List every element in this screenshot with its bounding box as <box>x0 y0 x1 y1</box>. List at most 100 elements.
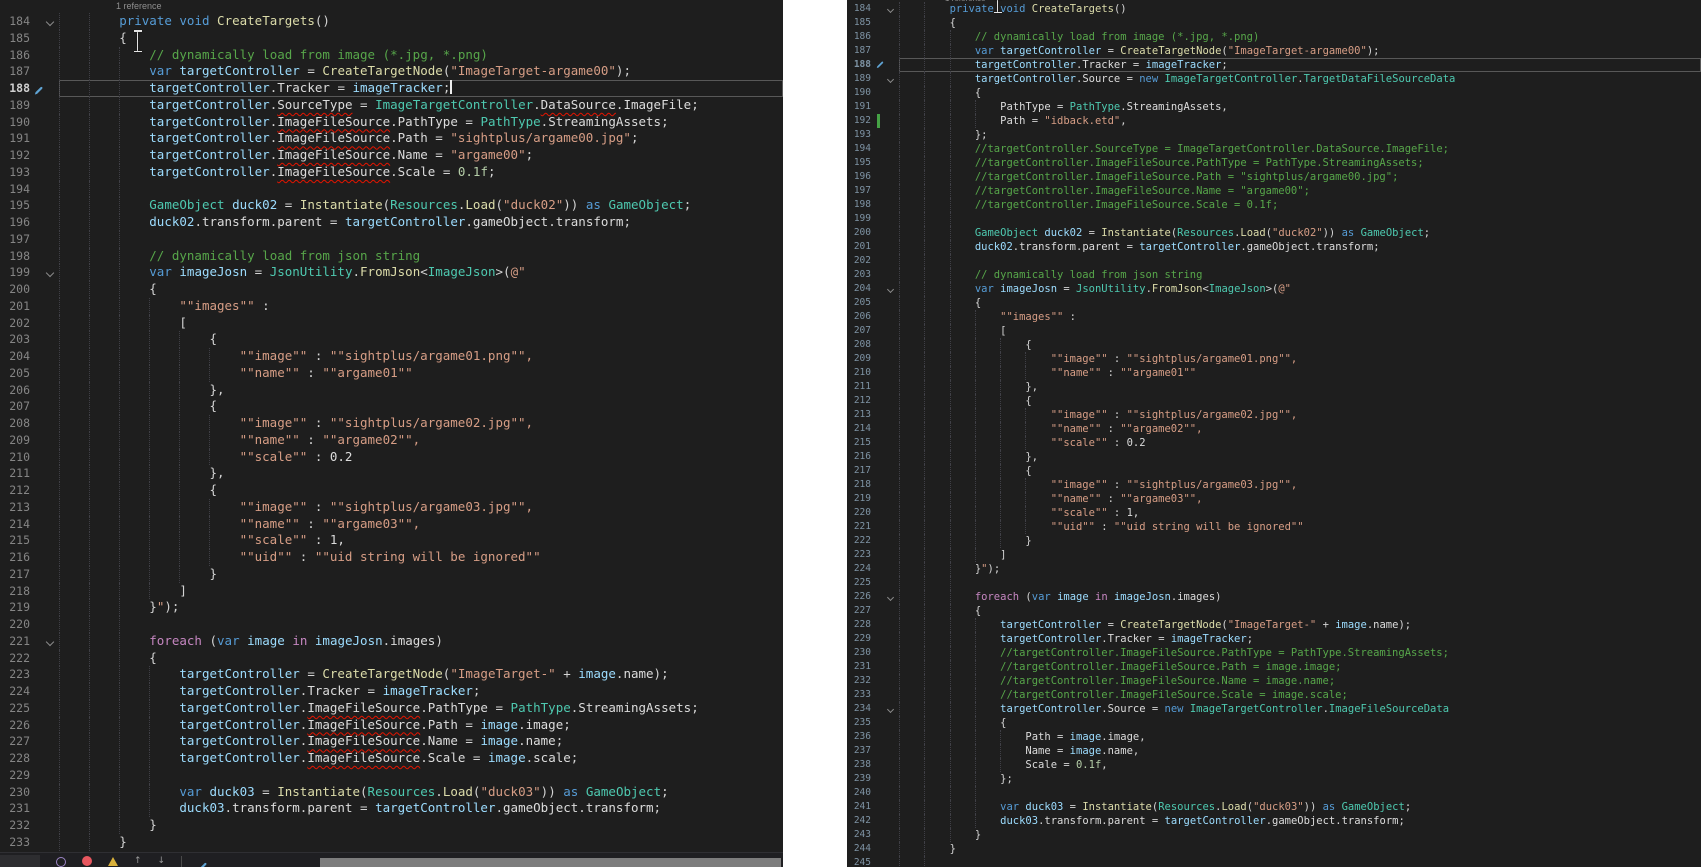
fold-margin[interactable] <box>885 198 899 212</box>
line-number[interactable]: 227 <box>0 733 34 750</box>
gutter-margin[interactable] <box>34 717 44 734</box>
gutter-margin[interactable] <box>876 758 885 772</box>
code-text[interactable]: // dynamically load from json string <box>59 248 783 265</box>
fold-margin[interactable] <box>885 30 899 44</box>
fold-margin[interactable] <box>44 415 59 432</box>
gutter-margin[interactable] <box>876 660 885 674</box>
gutter-margin[interactable] <box>34 465 44 482</box>
gutter-margin[interactable] <box>34 817 44 834</box>
line-number[interactable]: 199 <box>0 264 34 281</box>
code-text[interactable]: { <box>899 338 1701 352</box>
gutter-margin[interactable] <box>34 516 44 533</box>
line-number[interactable]: 185 <box>847 16 876 30</box>
line-number[interactable]: 227 <box>847 604 876 618</box>
line-number[interactable]: 218 <box>847 478 876 492</box>
gutter-margin[interactable] <box>876 170 885 184</box>
code-text[interactable]: ""image"" : ""sightplus/argame02.jpg"", <box>59 415 783 432</box>
code-text[interactable]: targetController.ImageFileSource.Scale =… <box>59 164 783 181</box>
line-number[interactable]: 235 <box>847 716 876 730</box>
fold-margin[interactable] <box>44 281 59 298</box>
code-text[interactable]: targetController.ImageFileSource.Name = … <box>59 147 783 164</box>
gutter-margin[interactable] <box>34 733 44 750</box>
fold-margin[interactable] <box>885 422 899 436</box>
line-number[interactable]: 205 <box>847 296 876 310</box>
code-text[interactable]: { <box>59 281 783 298</box>
fold-margin[interactable] <box>44 499 59 516</box>
line-number[interactable]: 223 <box>847 548 876 562</box>
line-number[interactable]: 211 <box>847 380 876 394</box>
gutter-margin[interactable] <box>876 142 885 156</box>
codelens-references[interactable]: 1 reference <box>0 0 783 13</box>
gutter-margin[interactable] <box>876 296 885 310</box>
gutter-margin[interactable] <box>34 80 44 97</box>
gutter-margin[interactable] <box>34 97 44 114</box>
fold-margin[interactable] <box>44 147 59 164</box>
gutter-margin[interactable] <box>876 534 885 548</box>
code-text[interactable] <box>59 767 783 784</box>
fold-margin[interactable] <box>885 814 899 828</box>
gutter-margin[interactable] <box>34 767 44 784</box>
code-text[interactable]: targetController.ImageFileSource.PathTyp… <box>59 114 783 131</box>
line-number[interactable]: 213 <box>847 408 876 422</box>
gutter-margin[interactable] <box>876 646 885 660</box>
line-number[interactable]: 217 <box>847 464 876 478</box>
gutter-margin[interactable] <box>876 198 885 212</box>
line-number[interactable]: 219 <box>847 492 876 506</box>
line-number[interactable]: 231 <box>0 800 34 817</box>
fold-margin[interactable] <box>44 616 59 633</box>
code-text[interactable]: var duck03 = Instantiate(Resources.Load(… <box>899 800 1701 814</box>
fold-margin[interactable] <box>885 408 899 422</box>
line-number[interactable]: 210 <box>847 366 876 380</box>
line-number[interactable]: 191 <box>0 130 34 147</box>
gutter-margin[interactable] <box>34 114 44 131</box>
code-text[interactable]: ""images"" : <box>59 298 783 315</box>
code-text[interactable]: ""image"" : ""sightplus/argame02.jpg"", <box>899 408 1701 422</box>
gutter-margin[interactable] <box>876 212 885 226</box>
gutter-margin[interactable] <box>34 331 44 348</box>
error-count-icon[interactable] <box>82 856 92 866</box>
gutter-margin[interactable] <box>876 464 885 478</box>
fold-margin[interactable] <box>885 534 899 548</box>
fold-margin[interactable] <box>44 331 59 348</box>
gutter-margin[interactable] <box>876 730 885 744</box>
code-text[interactable]: ] <box>899 548 1701 562</box>
line-number[interactable]: 228 <box>0 750 34 767</box>
fold-margin[interactable] <box>44 63 59 80</box>
fold-margin[interactable] <box>44 784 59 801</box>
line-number[interactable]: 238 <box>847 758 876 772</box>
edit-pencil-icon[interactable] <box>198 856 207 867</box>
gutter-margin[interactable] <box>876 30 885 44</box>
line-number[interactable]: 229 <box>847 632 876 646</box>
gutter-margin[interactable] <box>876 716 885 730</box>
code-text[interactable]: { <box>899 394 1701 408</box>
nav-down-icon[interactable]: ↓ <box>158 856 166 866</box>
code-text[interactable]: ""name"" : ""argame03"", <box>899 492 1701 506</box>
code-text[interactable]: { <box>59 30 783 47</box>
gutter-margin[interactable] <box>34 13 44 30</box>
line-number[interactable]: 222 <box>0 650 34 667</box>
gutter-margin[interactable] <box>876 618 885 632</box>
code-text[interactable]: PathType = PathType.StreamingAssets, <box>899 100 1701 114</box>
gutter-margin[interactable] <box>876 100 885 114</box>
gutter-margin[interactable] <box>876 366 885 380</box>
line-number[interactable]: 242 <box>847 814 876 828</box>
fold-margin[interactable] <box>885 296 899 310</box>
code-text[interactable]: var targetController = CreateTargetNode(… <box>59 63 783 80</box>
line-number[interactable]: 202 <box>0 315 34 332</box>
fold-margin[interactable] <box>44 315 59 332</box>
line-number[interactable]: 194 <box>847 142 876 156</box>
code-text[interactable] <box>59 616 783 633</box>
gutter-margin[interactable] <box>34 47 44 64</box>
line-number[interactable]: 220 <box>0 616 34 633</box>
fold-margin[interactable] <box>44 248 59 265</box>
fold-margin[interactable] <box>44 264 59 281</box>
fold-margin[interactable] <box>44 599 59 616</box>
code-text[interactable]: }"); <box>899 562 1701 576</box>
code-text[interactable]: targetController.Source = new ImageTarge… <box>899 72 1701 86</box>
status-ring-icon[interactable] <box>56 857 66 867</box>
line-number[interactable]: 209 <box>0 432 34 449</box>
line-number[interactable]: 206 <box>847 310 876 324</box>
fold-margin[interactable] <box>44 432 59 449</box>
gutter-margin[interactable] <box>34 700 44 717</box>
code-text[interactable]: { <box>899 604 1701 618</box>
